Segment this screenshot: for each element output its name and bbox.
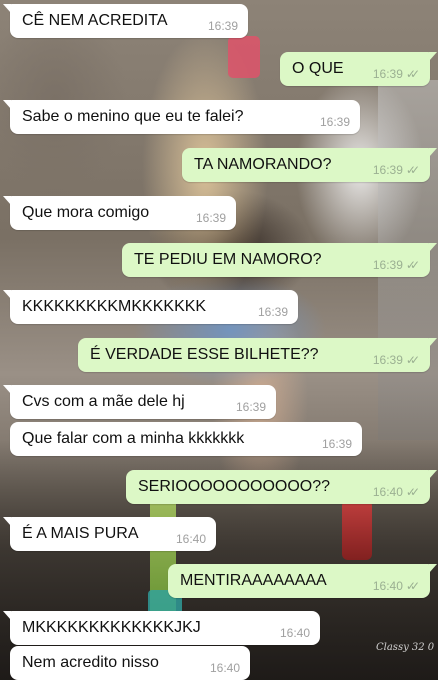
message-meta: 16:39 bbox=[178, 211, 226, 225]
message-text: TE PEDIU EM NAMORO? bbox=[134, 251, 322, 268]
wallpaper-phone bbox=[228, 36, 260, 78]
message-outgoing[interactable]: É VERDADE ESSE BILHETE?? 16:39 ✓✓ bbox=[78, 338, 437, 372]
double-check-icon: ✓✓ bbox=[405, 67, 420, 81]
message-meta: 16:40 bbox=[192, 661, 240, 675]
message-text: Que falar com a minha kkkkkkk bbox=[22, 430, 245, 447]
message-text: Cvs com a mãe dele hj bbox=[22, 393, 185, 410]
message-time: 16:39 bbox=[319, 115, 350, 129]
message-meta: 16:39 ✓✓ bbox=[355, 258, 420, 272]
message-time: 16:39 bbox=[372, 163, 403, 177]
message-meta: 16:39 ✓✓ bbox=[355, 67, 420, 81]
message-meta: 16:40 bbox=[158, 532, 206, 546]
message-text: MKKKKKKKKKKKKKJKJ bbox=[22, 619, 201, 636]
message-time: 16:39 bbox=[321, 437, 352, 451]
message-incoming[interactable]: Que falar com a minha kkkkkkk 16:39 bbox=[10, 422, 362, 456]
message-text: Que mora comigo bbox=[22, 204, 150, 221]
message-time: 16:40 bbox=[372, 485, 403, 499]
message-incoming[interactable]: É A MAIS PURA 16:40 bbox=[3, 517, 216, 551]
message-time: 16:39 bbox=[372, 258, 403, 272]
message-meta: 16:39 bbox=[190, 19, 238, 33]
message-incoming[interactable]: Sabe o menino que eu te falei? 16:39 bbox=[3, 100, 360, 134]
message-incoming[interactable]: Cvs com a mãe dele hj 16:39 bbox=[3, 385, 276, 419]
message-text: KKKKKKKKKMKKKKKKK bbox=[22, 298, 207, 315]
message-meta: 16:40 ✓✓ bbox=[355, 485, 420, 499]
message-text: TA NAMORANDO? bbox=[194, 156, 332, 173]
message-meta: 16:39 ✓✓ bbox=[355, 163, 420, 177]
message-time: 16:39 bbox=[372, 353, 403, 367]
message-time: 16:40 bbox=[175, 532, 206, 546]
message-meta: 16:39 ✓✓ bbox=[355, 353, 420, 367]
message-meta: 16:40 bbox=[262, 626, 310, 640]
message-text: CÊ NEM ACREDITA bbox=[22, 12, 168, 29]
message-meta: 16:39 bbox=[218, 400, 266, 414]
message-outgoing[interactable]: TE PEDIU EM NAMORO? 16:39 ✓✓ bbox=[122, 243, 437, 277]
message-time: 16:40 bbox=[279, 626, 310, 640]
message-incoming[interactable]: Nem acredito nisso 16:40 bbox=[10, 646, 250, 680]
message-incoming[interactable]: MKKKKKKKKKKKKKJKJ 16:40 bbox=[3, 611, 320, 645]
message-incoming[interactable]: CÊ NEM ACREDITA 16:39 bbox=[3, 4, 248, 38]
message-text: É VERDADE ESSE BILHETE?? bbox=[90, 346, 319, 363]
double-check-icon: ✓✓ bbox=[405, 485, 420, 499]
message-outgoing[interactable]: MENTIRAAAAAAAA 16:40 ✓✓ bbox=[168, 564, 437, 598]
message-text: MENTIRAAAAAAAA bbox=[180, 572, 327, 589]
double-check-icon: ✓✓ bbox=[405, 353, 420, 367]
wallpaper-red-bottle bbox=[342, 500, 372, 560]
message-text: É A MAIS PURA bbox=[22, 525, 139, 542]
double-check-icon: ✓✓ bbox=[405, 258, 420, 272]
wallpaper-brand-text: Classy 32 0 bbox=[376, 642, 435, 653]
message-outgoing[interactable]: TA NAMORANDO? 16:39 ✓✓ bbox=[182, 148, 437, 182]
message-text: SERIOOOOOOOOOOO?? bbox=[138, 478, 331, 495]
message-time: 16:39 bbox=[195, 211, 226, 225]
message-time: 16:39 bbox=[207, 19, 238, 33]
message-outgoing[interactable]: O QUE 16:39 ✓✓ bbox=[280, 52, 437, 86]
message-outgoing[interactable]: SERIOOOOOOOOOOO?? 16:40 ✓✓ bbox=[126, 470, 437, 504]
message-time: 16:39 bbox=[372, 67, 403, 81]
message-meta: 16:40 ✓✓ bbox=[355, 579, 420, 593]
message-text: Sabe o menino que eu te falei? bbox=[22, 108, 244, 125]
message-time: 16:39 bbox=[257, 305, 288, 319]
message-meta: 16:39 bbox=[240, 305, 288, 319]
message-text: O QUE bbox=[292, 60, 344, 77]
message-text: Nem acredito nisso bbox=[22, 654, 159, 671]
message-meta: 16:39 bbox=[304, 437, 352, 451]
message-time: 16:40 bbox=[209, 661, 240, 675]
message-meta: 16:39 bbox=[302, 115, 350, 129]
double-check-icon: ✓✓ bbox=[405, 579, 420, 593]
double-check-icon: ✓✓ bbox=[405, 163, 420, 177]
message-time: 16:39 bbox=[235, 400, 266, 414]
message-incoming[interactable]: KKKKKKKKKMKKKKKKK 16:39 bbox=[3, 290, 298, 324]
message-time: 16:40 bbox=[372, 579, 403, 593]
message-incoming[interactable]: Que mora comigo 16:39 bbox=[3, 196, 236, 230]
